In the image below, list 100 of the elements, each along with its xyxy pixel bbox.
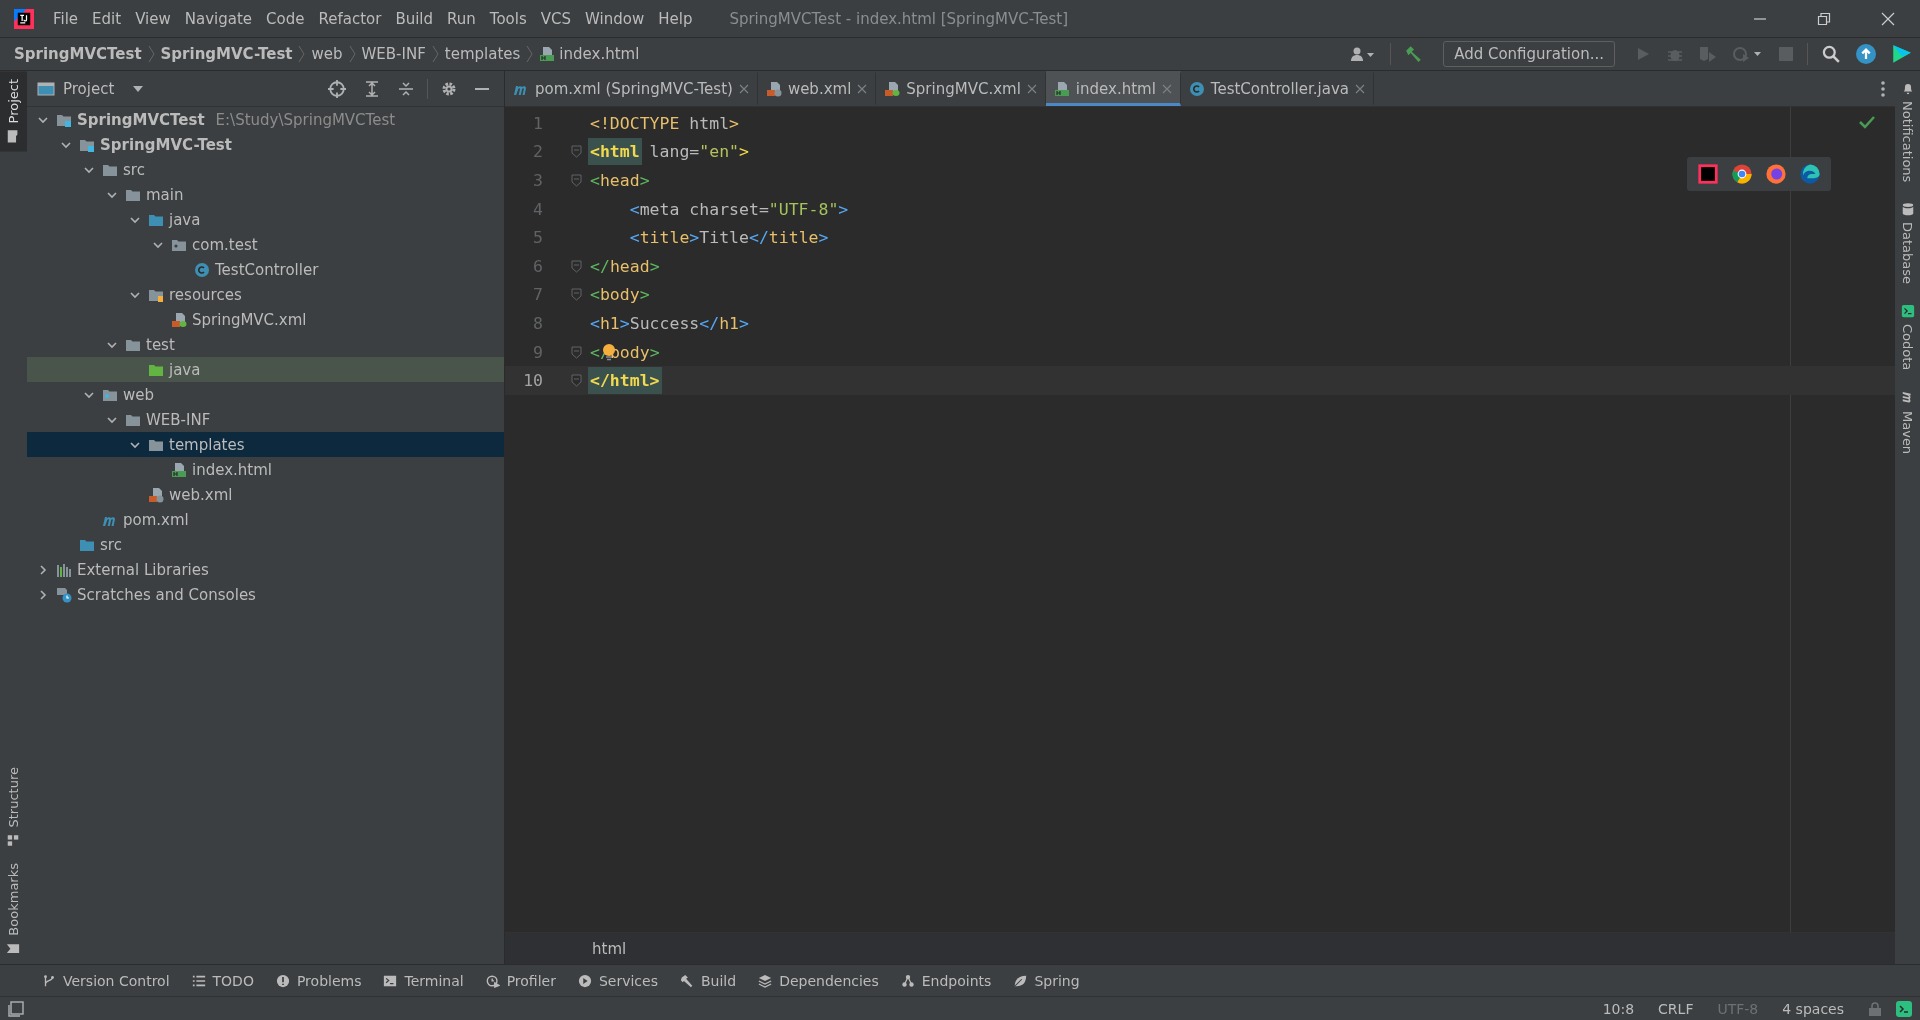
xml-file-icon: [884, 80, 901, 97]
tree-item[interactable]: pom.xml: [123, 510, 189, 529]
search-icon[interactable]: [1822, 45, 1840, 63]
menu-item[interactable]: Navigate: [177, 9, 260, 28]
codota-icon[interactable]: [1896, 1000, 1912, 1017]
tool-window-tab[interactable]: Codota: [1895, 294, 1920, 381]
tool-window-button[interactable]: Services: [598, 972, 658, 989]
settings-icon[interactable]: [441, 80, 457, 97]
editor-tab[interactable]: pom.xml (SpringMVC-Test): [505, 71, 758, 106]
tree-item[interactable]: SpringMVC-Test: [100, 135, 232, 154]
menu-item[interactable]: Code: [259, 9, 312, 28]
profile-icon[interactable]: [1733, 46, 1763, 62]
expand-all-icon[interactable]: [364, 80, 380, 97]
menu-item[interactable]: Run: [440, 9, 483, 28]
leaf-icon: [1013, 973, 1028, 988]
xml-file-icon: [148, 486, 164, 503]
tool-window-tab[interactable]: Bookmarks: [0, 855, 27, 964]
tool-window-button[interactable]: Profiler: [506, 972, 556, 989]
tree-item[interactable]: Scratches and Consoles: [77, 585, 256, 604]
line-number: 3: [532, 171, 543, 190]
tree-item[interactable]: java: [169, 210, 201, 229]
tree-item[interactable]: web.xml: [169, 485, 233, 504]
tool-window-tab[interactable]: Database: [1895, 192, 1920, 295]
tool-window-tab[interactable]: Project: [0, 71, 27, 152]
breadcrumb-item[interactable]: SpringMVC-Test: [160, 45, 293, 63]
tree-item[interactable]: External Libraries: [77, 560, 209, 579]
tree-item[interactable]: src: [100, 535, 122, 554]
tool-window-button[interactable]: Dependencies: [779, 972, 879, 989]
tool-window-tab[interactable]: Notifications: [1895, 71, 1920, 193]
tree-item[interactable]: index.html: [192, 460, 272, 479]
close-icon[interactable]: [1881, 11, 1895, 26]
panel-title[interactable]: Project: [63, 79, 115, 98]
tool-window-button[interactable]: Spring: [1034, 972, 1080, 989]
tool-window-tab[interactable]: Structure: [0, 758, 27, 856]
tree-item[interactable]: TestController: [215, 260, 319, 279]
breadcrumb-item[interactable]: WEB-INF: [361, 45, 426, 63]
editor-tab[interactable]: web.xml: [757, 71, 877, 106]
tool-window-button[interactable]: Version Control: [63, 972, 170, 989]
tool-window-tab[interactable]: Maven: [1895, 380, 1920, 464]
breadcrumb-item[interactable]: SpringMVCTest: [14, 45, 142, 63]
tree-item[interactable]: web: [123, 385, 155, 404]
tree-item[interactable]: resources: [169, 285, 242, 304]
class-icon: [1188, 80, 1205, 97]
browser-icon[interactable]: [1799, 163, 1821, 185]
breadcrumb-item[interactable]: templates: [444, 45, 521, 63]
dropdown-icon[interactable]: [132, 84, 145, 93]
database-icon: [1900, 202, 1915, 217]
list-icon: [191, 973, 206, 988]
menu-item[interactable]: File: [46, 9, 86, 28]
menu-item[interactable]: Help: [651, 9, 700, 28]
tool-window-button[interactable]: Problems: [296, 972, 362, 989]
user-icon[interactable]: [1350, 46, 1377, 62]
menu-item[interactable]: Edit: [85, 9, 129, 28]
tool-window-button[interactable]: TODO: [212, 972, 254, 989]
tree-item[interactable]: WEB-INF: [146, 410, 211, 429]
menu-item[interactable]: Tools: [482, 9, 534, 28]
warning-icon: [275, 973, 290, 988]
collapse-all-icon[interactable]: [398, 80, 414, 97]
tree-item[interactable]: java: [169, 360, 201, 379]
locate-icon[interactable]: [328, 79, 346, 98]
line-number: 7: [532, 285, 543, 305]
menu-item[interactable]: Refactor: [311, 9, 389, 28]
html-file-icon: [539, 46, 556, 62]
tree-item[interactable]: src: [123, 160, 145, 179]
breadcrumb-item[interactable]: web: [311, 45, 343, 63]
hammer-icon: [679, 973, 694, 988]
tree-item[interactable]: com.test: [192, 235, 258, 254]
hammer-icon[interactable]: [1405, 45, 1424, 63]
code-line: </html>: [588, 366, 662, 395]
ide-browser-icon[interactable]: [1697, 163, 1719, 185]
code-line: <head>: [589, 170, 651, 192]
browser-icon[interactable]: [1731, 163, 1753, 185]
update-icon[interactable]: [1856, 44, 1876, 64]
xml-file-icon: [765, 80, 782, 97]
tool-window-button[interactable]: Endpoints: [921, 972, 992, 989]
tree-item[interactable]: templates: [169, 435, 245, 454]
tree-item[interactable]: test: [146, 335, 175, 354]
editor-tab[interactable]: SpringMVC.xml: [876, 71, 1046, 106]
editor-tab[interactable]: TestController.java: [1180, 71, 1374, 106]
tree-item[interactable]: main: [146, 185, 184, 204]
menu-item[interactable]: Build: [388, 9, 441, 28]
breadcrumb-item[interactable]: index.html: [559, 45, 640, 63]
restore-icon[interactable]: [1817, 11, 1831, 26]
status-item[interactable]: 10:8: [1602, 1000, 1635, 1017]
status-item[interactable]: 4 spaces: [1782, 1000, 1844, 1017]
editor-tab[interactable]: index.html: [1045, 71, 1181, 106]
menu-item[interactable]: VCS: [533, 9, 579, 28]
tool-window-button[interactable]: Build: [700, 972, 737, 989]
menu-item[interactable]: View: [128, 9, 178, 28]
menu-item[interactable]: Window: [578, 9, 652, 28]
add-configuration-button[interactable]: Add Configuration...: [1443, 41, 1615, 67]
tree-item[interactable]: SpringMVCTest: [77, 110, 205, 129]
tree-item[interactable]: SpringMVC.xml: [192, 310, 307, 329]
breadcrumb-item[interactable]: html: [592, 939, 627, 958]
tool-window-button[interactable]: Terminal: [404, 972, 464, 989]
status-item[interactable]: CRLF: [1658, 1000, 1694, 1017]
browser-icon[interactable]: [1765, 163, 1787, 185]
more-icon[interactable]: [1881, 80, 1885, 97]
toolbox-logo-icon[interactable]: [1892, 44, 1912, 64]
layout-icon[interactable]: [8, 1000, 24, 1017]
